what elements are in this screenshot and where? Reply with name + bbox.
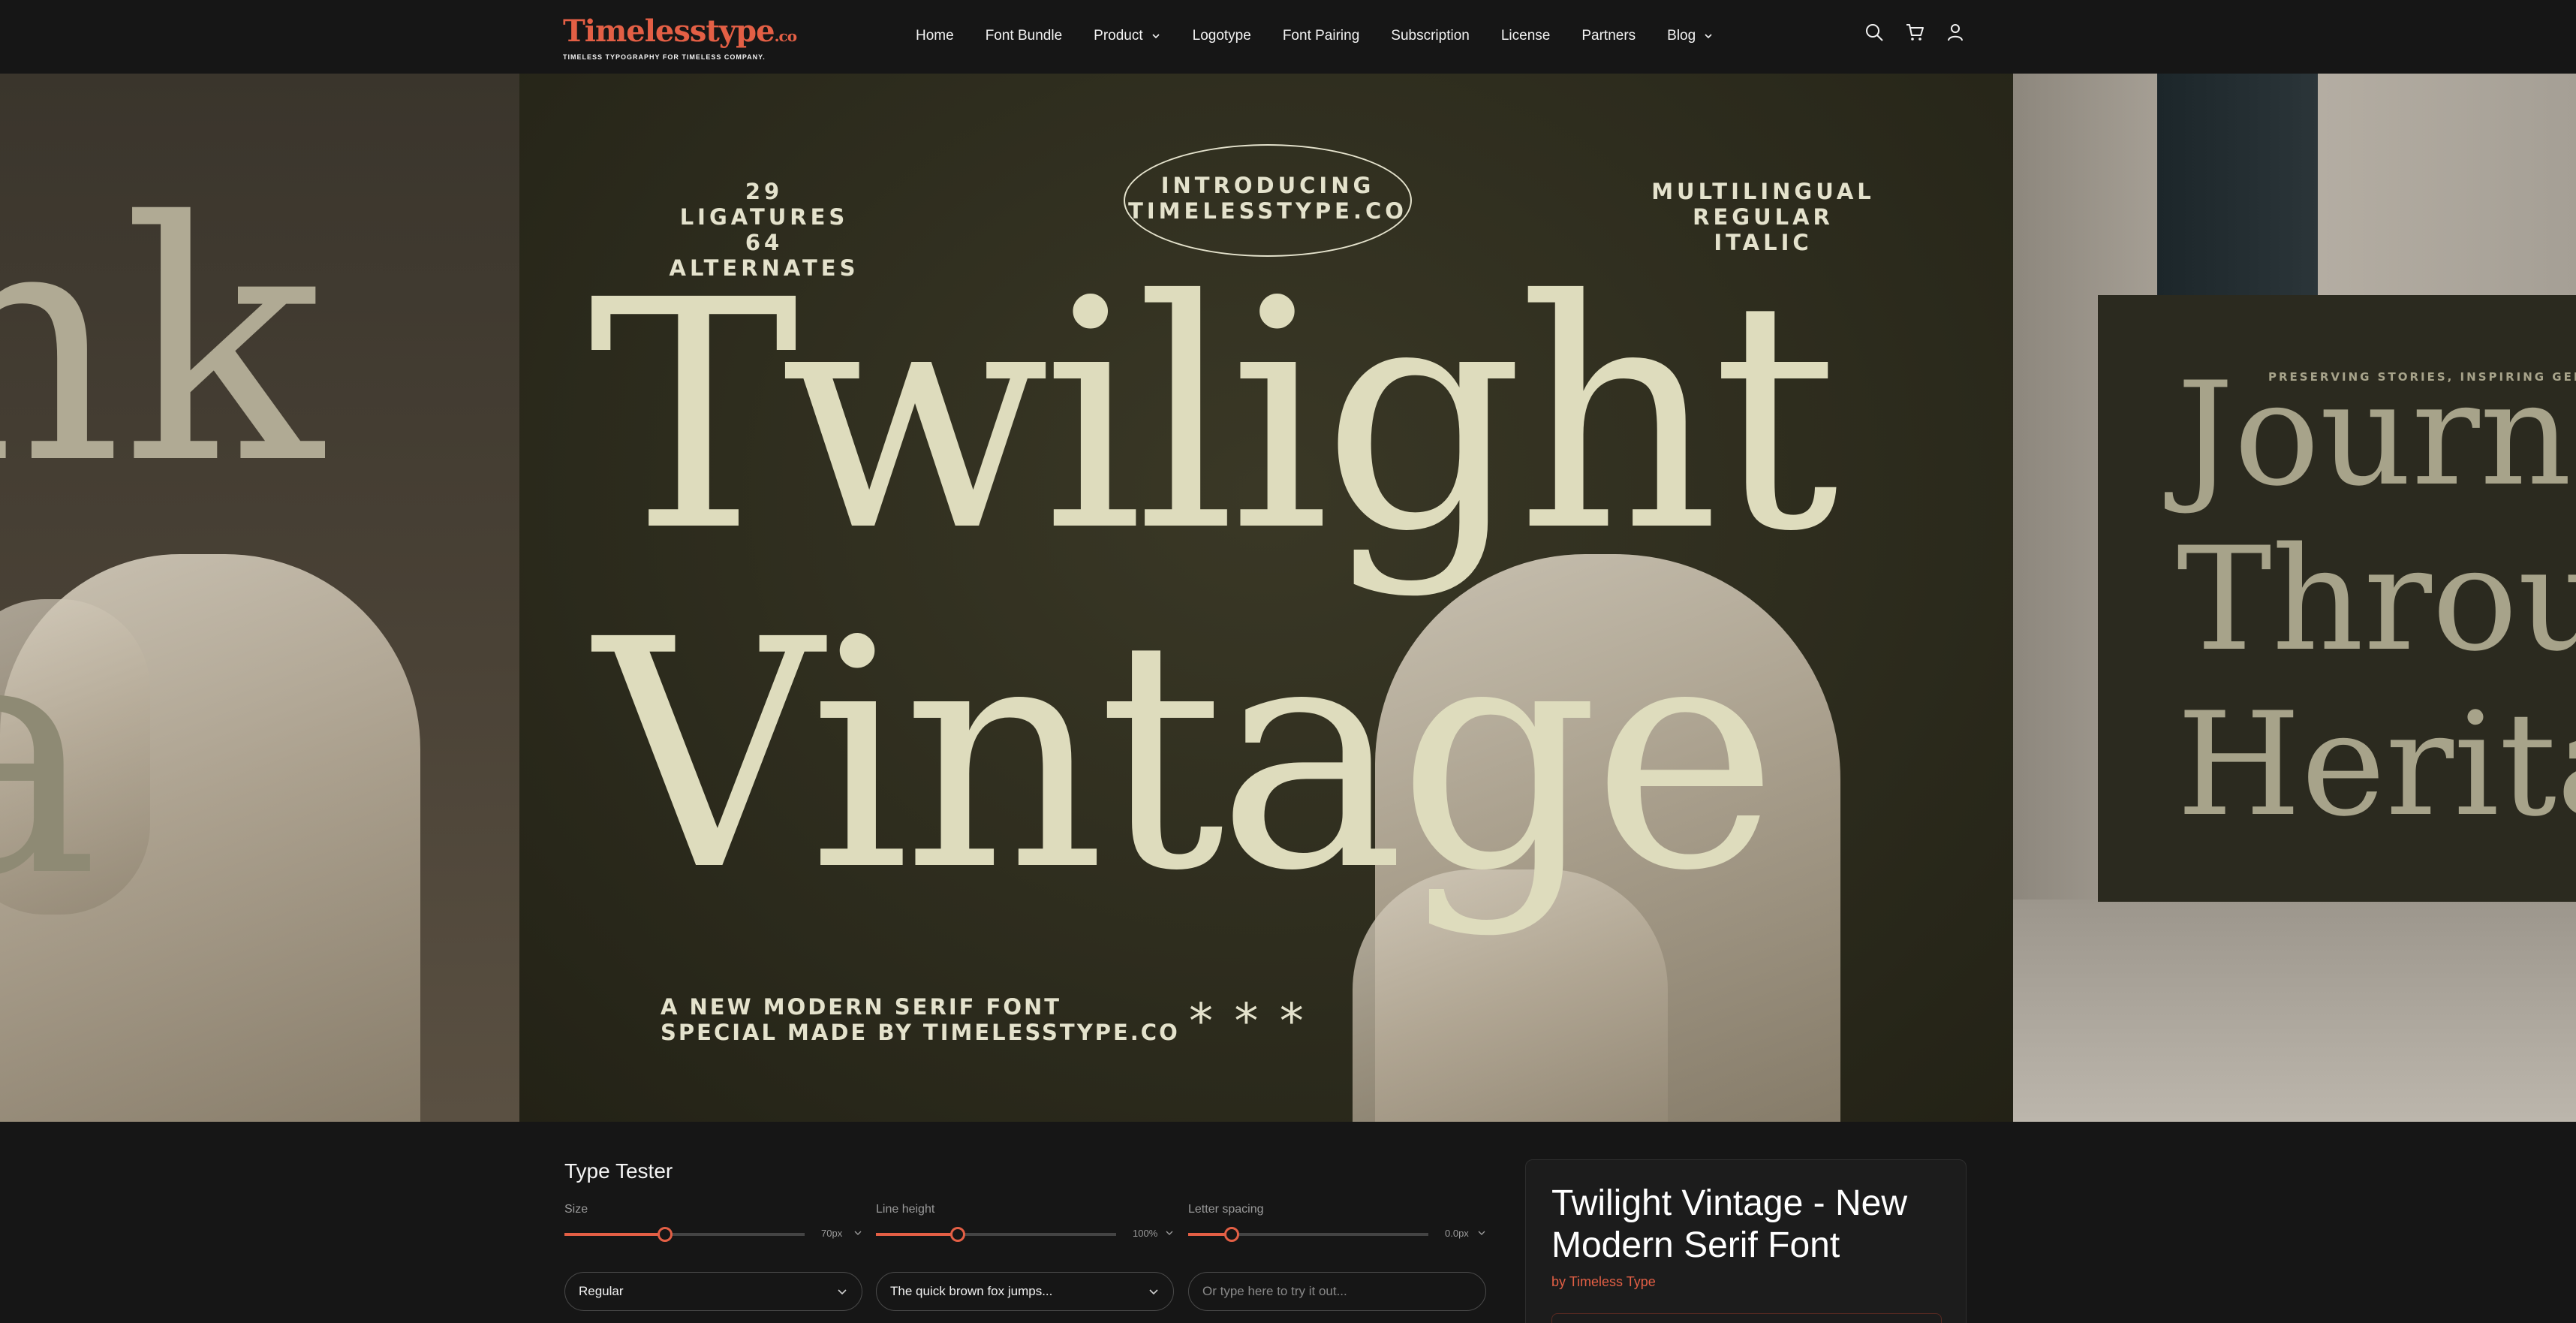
next-slide-poster: PRESERVING STORIES, INSPIRING GENERATI J…	[2098, 295, 2576, 902]
letter-spacing-control: Letter spacing 0.0px	[1188, 1203, 1488, 1242]
next-slide-line-3: Herita	[2177, 682, 2576, 848]
product-author: by Timeless Type	[1551, 1274, 1656, 1289]
size-control: Size 70px	[564, 1203, 865, 1242]
size-value: 70px	[821, 1228, 843, 1239]
site-header: Timelesstype.co TIMELESS TYPOGRAPHY FOR …	[0, 0, 2576, 74]
type-tester-title: Type Tester	[564, 1159, 673, 1183]
logo-tagline: TIMELESS TYPOGRAPHY FOR TIMELESS COMPANY…	[563, 53, 766, 61]
chevron-down-icon[interactable]	[1165, 1228, 1174, 1237]
line-height-control: Line height 100%	[876, 1203, 1176, 1242]
nav-item-font-pairing[interactable]: Font Pairing	[1283, 28, 1359, 44]
main-nav: Home Font Bundle Product Logotype Font P…	[916, 23, 1714, 50]
cart-icon[interactable]	[1905, 23, 1924, 42]
line-height-value: 100%	[1133, 1228, 1158, 1239]
product-title: Twilight Vintage - New Modern Serif Font	[1551, 1183, 1907, 1265]
hero-carousel[interactable]: nk a 29 LIGATURES 64 ALTERNATES INTRODUC…	[0, 74, 2576, 1122]
nav-item-home[interactable]: Home	[916, 28, 954, 44]
ground-image	[2013, 900, 2576, 1122]
chevron-down-icon	[838, 1289, 847, 1295]
slider-fill	[564, 1233, 666, 1236]
hero-headline-twilight: Twilight	[588, 234, 1839, 601]
search-icon[interactable]	[1864, 23, 1884, 42]
nav-item-license[interactable]: License	[1501, 28, 1551, 44]
size-label: Size	[564, 1203, 588, 1216]
nav-item-font-bundle[interactable]: Font Bundle	[986, 28, 1062, 44]
slider-handle[interactable]	[949, 1227, 965, 1242]
line-height-label: Line height	[876, 1203, 935, 1216]
chevron-down-icon	[1152, 34, 1160, 39]
letter-spacing-label: Letter spacing	[1188, 1203, 1264, 1216]
chevron-down-icon[interactable]	[1477, 1228, 1486, 1237]
line-height-slider[interactable]	[876, 1227, 1116, 1242]
type-tester: Type Tester Size 70px Line height 100% L…	[564, 1122, 1488, 1323]
chevron-down-icon	[1705, 34, 1712, 39]
slider-fill	[876, 1233, 958, 1236]
hero-subtitle: A NEW MODERN SERIF FONT SPECIAL MADE BY …	[661, 994, 1180, 1045]
logo-wordmark: Timelesstype.co	[563, 14, 797, 49]
size-slider[interactable]	[564, 1227, 805, 1242]
author-link[interactable]: Timeless Type	[1569, 1274, 1656, 1289]
account-icon[interactable]	[1946, 23, 1965, 42]
product-summary-card: Twilight Vintage - New Modern Serif Font…	[1525, 1159, 1967, 1323]
nav-item-subscription[interactable]: Subscription	[1391, 28, 1470, 44]
letter-spacing-value: 0.0px	[1445, 1228, 1469, 1239]
letter-spacing-slider[interactable]	[1188, 1227, 1428, 1242]
site-logo[interactable]: Timelesstype.co TIMELESS TYPOGRAPHY FOR …	[563, 14, 797, 62]
nav-item-partners[interactable]: Partners	[1581, 28, 1636, 44]
sample-text-value: The quick brown fox jumps...	[890, 1284, 1053, 1298]
slider-handle[interactable]	[658, 1227, 673, 1242]
header-actions	[1864, 23, 1965, 42]
next-slide-line-2: Throu	[2177, 517, 2576, 683]
introducing-text: INTRODUCING TIMELESSTYPE.CO	[1128, 173, 1407, 224]
hero-slide-next[interactable]: PRESERVING STORIES, INSPIRING GENERATI J…	[2013, 74, 2576, 1122]
next-slide-line-1: Journe	[2177, 351, 2576, 517]
decorative-asterisks: * * *	[1189, 994, 1307, 1050]
nav-item-product[interactable]: Product	[1094, 28, 1160, 44]
font-weight-value: Regular	[579, 1284, 624, 1298]
hero-headline-vintage: Vintage	[594, 573, 1778, 940]
nav-item-blog[interactable]: Blog	[1667, 28, 1714, 44]
previous-slide-letters: nk	[0, 152, 323, 536]
custom-text-placeholder: Or type here to try it out...	[1202, 1284, 1347, 1298]
custom-text-input[interactable]: Or type here to try it out...	[1188, 1272, 1486, 1311]
slider-handle[interactable]	[1223, 1227, 1239, 1242]
chevron-down-icon[interactable]	[853, 1228, 862, 1237]
sample-text-select[interactable]: The quick brown fox jumps...	[876, 1272, 1174, 1311]
chevron-down-icon	[1149, 1289, 1158, 1295]
font-weight-select[interactable]: Regular	[564, 1272, 862, 1311]
previous-slide-letter: a	[0, 565, 100, 949]
hero-slide-previous[interactable]: nk a	[0, 74, 519, 1122]
hero-slide-active[interactable]: 29 LIGATURES 64 ALTERNATES INTRODUCING T…	[519, 74, 2013, 1122]
nav-item-logotype[interactable]: Logotype	[1193, 28, 1251, 44]
purchase-option[interactable]	[1551, 1313, 1942, 1323]
